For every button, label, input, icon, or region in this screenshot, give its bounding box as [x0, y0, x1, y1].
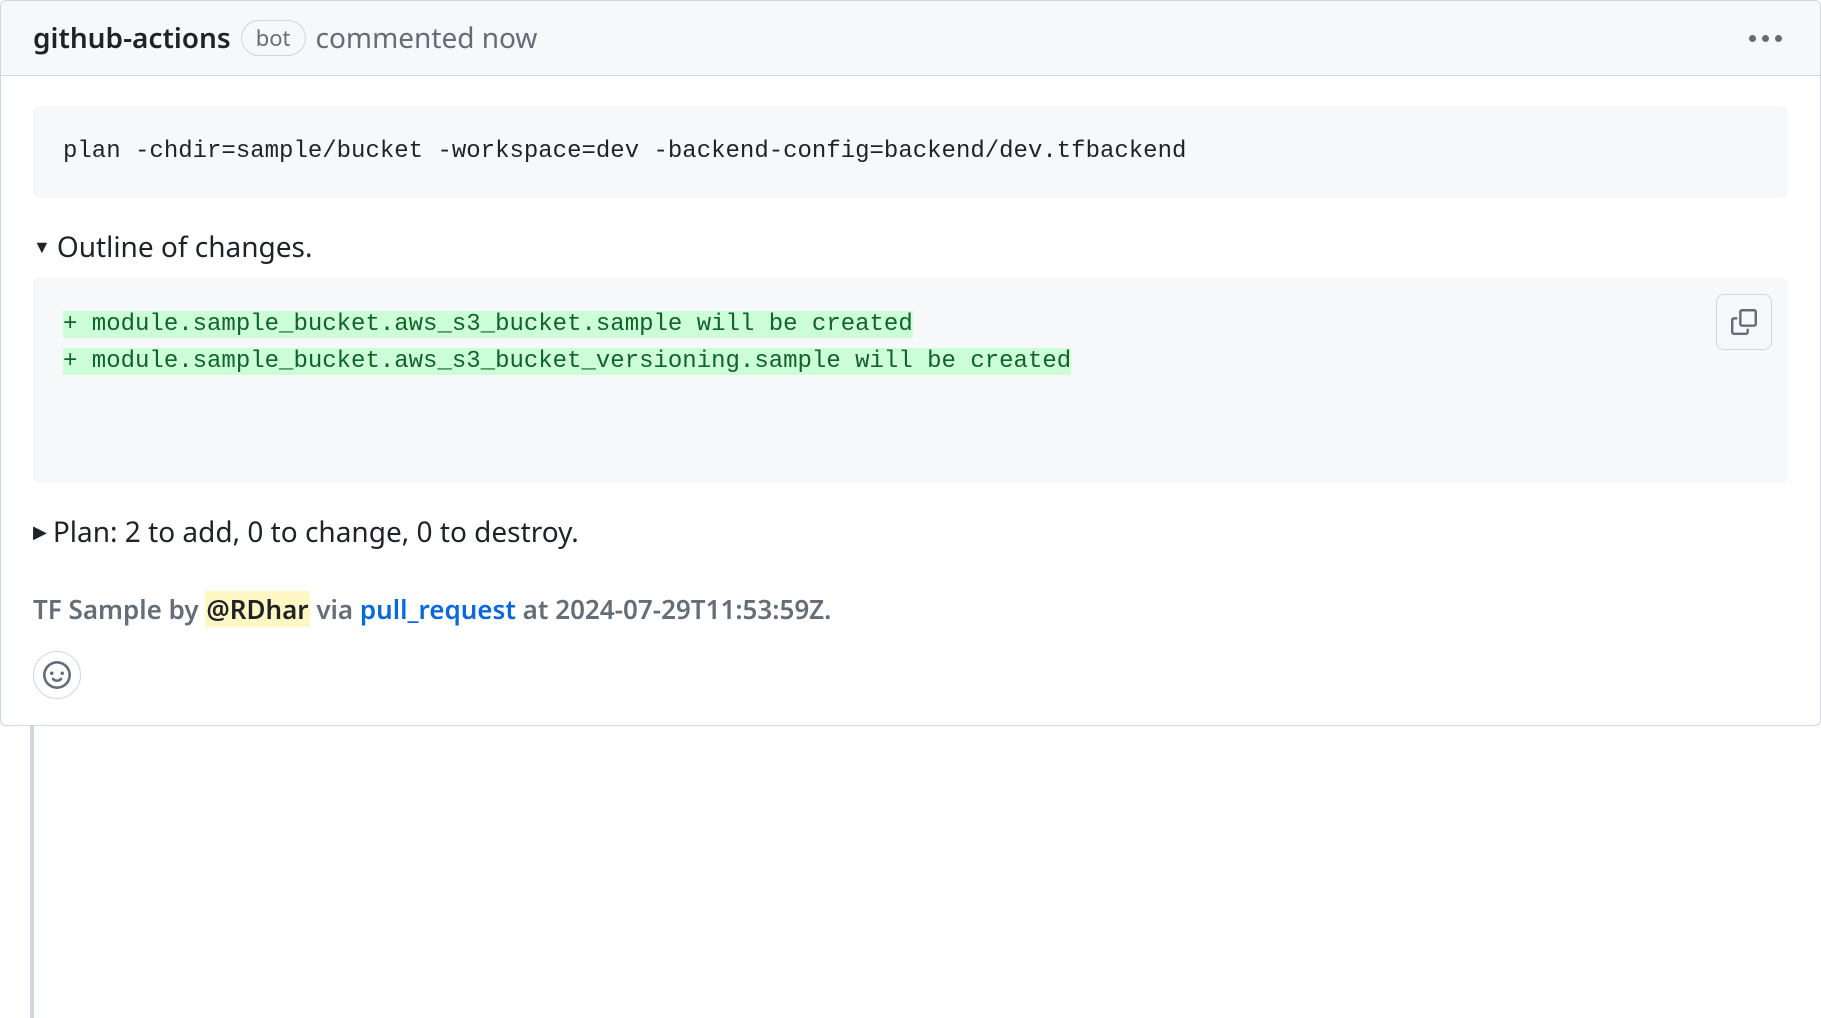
plan-summary-text: Plan: 2 to add, 0 to change, 0 to destro… [53, 513, 579, 551]
footer-prefix: TF Sample by [33, 591, 205, 627]
comment-author[interactable]: github-actions [33, 19, 231, 57]
user-mention[interactable]: @RDhar [205, 591, 309, 627]
smiley-icon [43, 661, 71, 689]
kebab-dot-icon [1762, 35, 1769, 42]
disclosure-triangle-down-icon: ▼ [33, 238, 51, 256]
diff-code-block: + module.sample_bucket.aws_s3_bucket.sam… [33, 278, 1788, 483]
comment-header: github-actions bot commented now [1, 1, 1820, 76]
bot-badge: bot [241, 20, 306, 56]
add-reaction-button[interactable] [33, 651, 81, 699]
comment-box: github-actions bot commented now plan -c… [0, 0, 1821, 726]
kebab-dot-icon [1749, 35, 1756, 42]
footer-via: via [310, 591, 360, 627]
header-left: github-actions bot commented now [33, 19, 537, 57]
command-code-block: plan -chdir=sample/bucket -workspace=dev… [33, 106, 1788, 198]
copy-button[interactable] [1716, 294, 1772, 350]
footer-attribution: TF Sample by @RDhar via pull_request at … [33, 591, 1788, 627]
outline-summary[interactable]: ▼ Outline of changes. [33, 228, 1788, 266]
disclosure-triangle-right-icon: ▶ [33, 523, 47, 541]
diff-add-line: + module.sample_bucket.aws_s3_bucket_ver… [63, 348, 1071, 375]
footer-at-text: at 2024-07-29T11:53:59Z. [516, 591, 831, 627]
commented-timestamp[interactable]: commented now [316, 19, 538, 57]
diff-add-line: + module.sample_bucket.aws_s3_bucket.sam… [63, 311, 913, 338]
comment-wrapper: github-actions bot commented now plan -c… [0, 0, 1821, 726]
kebab-dot-icon [1775, 35, 1782, 42]
comment-footer [1, 651, 1820, 725]
copy-icon [1731, 309, 1757, 335]
pull-request-link[interactable]: pull_request [360, 591, 516, 627]
outline-title: Outline of changes. [57, 228, 313, 266]
comment-actions-menu[interactable] [1743, 29, 1788, 48]
comment-body: plan -chdir=sample/bucket -workspace=dev… [1, 76, 1820, 651]
plan-summary[interactable]: ▶ Plan: 2 to add, 0 to change, 0 to dest… [33, 513, 1788, 551]
